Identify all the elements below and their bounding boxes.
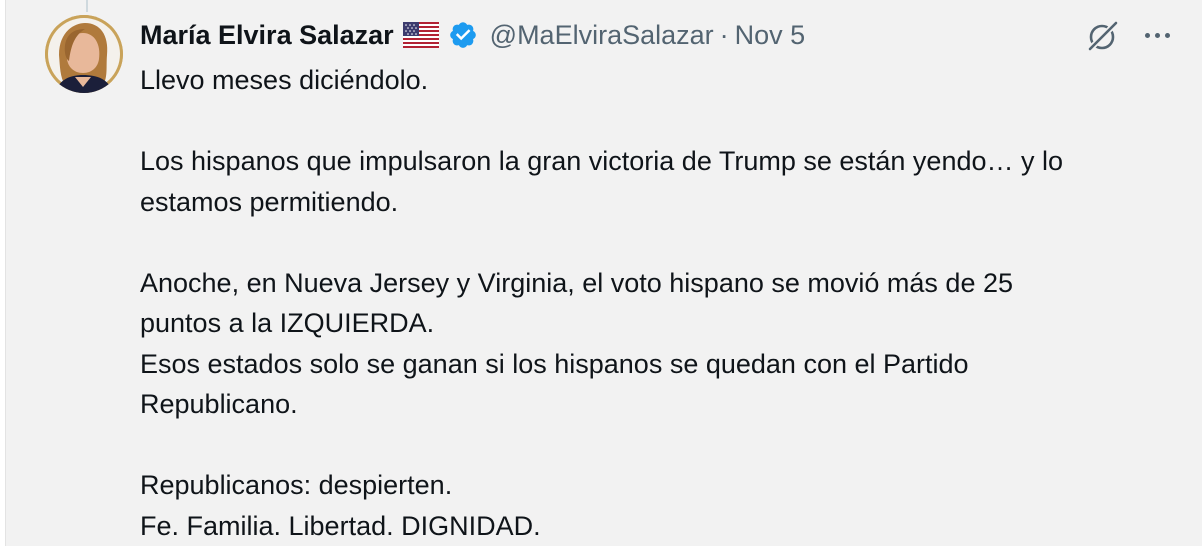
tweet-line: Republicanos: despierten.: [140, 470, 453, 500]
tweet-line: Los hispanos que impulsaron la gran vict…: [140, 146, 1064, 176]
tweet-line: [140, 425, 1190, 466]
tweet-line: [140, 101, 1190, 142]
avatar[interactable]: [45, 15, 123, 93]
tweet-line: Anoche, en Nueva Jersey y Virginia, el v…: [140, 267, 1013, 298]
tweet-line: [140, 222, 1190, 263]
tweet-line: puntos a la IZQUIERDA.: [140, 308, 435, 338]
author-display-name[interactable]: María Elvira Salazar: [140, 20, 394, 51]
tweet-line: Fe. Familia. Libertad. DIGNIDAD.: [140, 510, 541, 541]
tweet-header: María Elvira Salazar @MaElviraSalazar · …: [140, 17, 805, 53]
author-handle[interactable]: @MaElviraSalazar: [490, 20, 714, 51]
thread-connector-line: [86, 0, 88, 12]
tweet-text: Llevo meses diciéndolo. Los hispanos que…: [140, 60, 1190, 546]
tweet-date[interactable]: Nov 5: [735, 20, 806, 51]
avatar-image: [45, 15, 123, 93]
tweet-line: Republicano.: [140, 389, 298, 419]
more-options-icon[interactable]: [1140, 20, 1174, 50]
grok-icon[interactable]: [1086, 19, 1120, 53]
tweet-line: Esos estados solo se ganan si los hispan…: [140, 348, 969, 379]
us-flag-icon: [402, 22, 439, 48]
more-dot: [1144, 32, 1150, 38]
separator-dot: ·: [719, 19, 729, 50]
tweet-line: estamos permitiendo.: [140, 186, 399, 217]
tweet-line: Llevo meses diciéndolo.: [140, 65, 429, 95]
more-dot: [1154, 32, 1160, 38]
tweet-card[interactable]: María Elvira Salazar @MaElviraSalazar · …: [5, 0, 1202, 546]
verified-badge-icon[interactable]: [448, 20, 478, 50]
more-dot: [1164, 32, 1170, 38]
